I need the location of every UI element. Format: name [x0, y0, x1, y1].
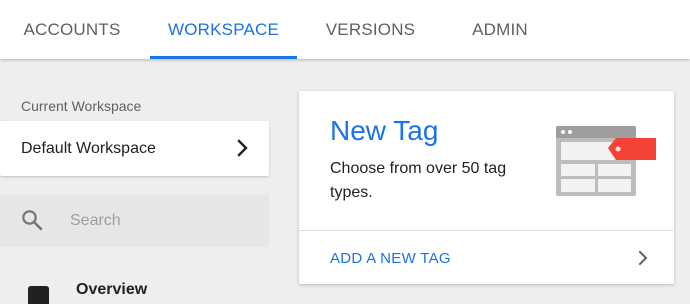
add-new-tag-button[interactable]: ADD A NEW TAG	[299, 231, 674, 284]
search-input[interactable]	[70, 195, 260, 247]
tab-admin[interactable]: ADMIN	[444, 0, 556, 59]
card-title: New Tag	[330, 115, 439, 146]
card-description: Choose from over 50 tag types.	[330, 160, 507, 201]
tag-template-icon	[556, 126, 656, 196]
current-workspace-caption: Current Workspace	[21, 98, 142, 114]
search-box	[0, 195, 269, 247]
sidebar-item-label: Overview	[76, 281, 148, 298]
sidebar-item-overview[interactable]: Overview	[0, 270, 269, 304]
workspace-selector[interactable]: Default Workspace	[0, 121, 269, 176]
new-tag-card: New Tag Choose from over 50 tag types. A…	[299, 91, 674, 284]
tab-versions[interactable]: VERSIONS	[297, 0, 444, 59]
tab-accounts[interactable]: ACCOUNTS	[0, 0, 144, 59]
chevron-right-icon	[237, 139, 248, 157]
tab-workspace[interactable]: WORKSPACE	[150, 0, 297, 59]
active-tab-indicator	[150, 56, 297, 59]
add-new-tag-label: ADD A NEW TAG	[330, 250, 451, 267]
chevron-right-icon	[638, 250, 648, 266]
top-tab-bar: ACCOUNTS WORKSPACE VERSIONS ADMIN	[0, 0, 690, 59]
workspace-name: Default Workspace	[21, 140, 156, 157]
search-icon	[22, 210, 43, 231]
